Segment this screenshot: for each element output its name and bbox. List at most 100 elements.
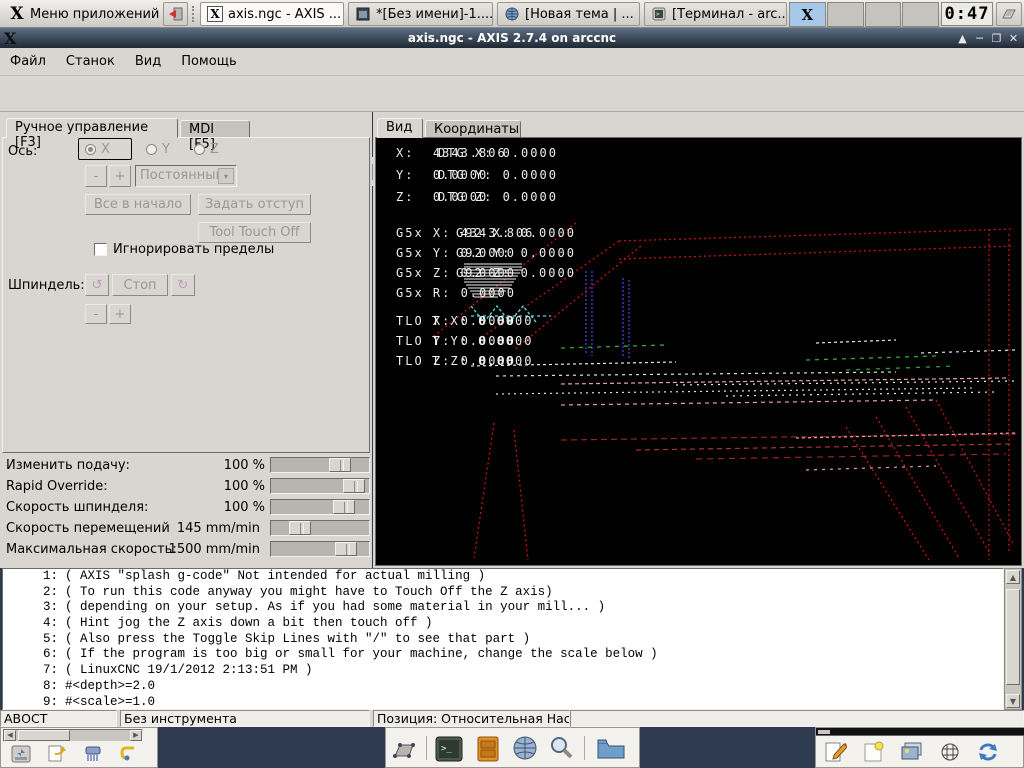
workspace-3[interactable] <box>865 2 902 27</box>
gcode-line[interactable]: 9:#<scale>=1.0 <box>3 695 1003 711</box>
folder-icon[interactable] <box>594 736 628 760</box>
line-number: 8: <box>3 679 58 695</box>
spindle-override-slider[interactable] <box>270 499 370 515</box>
slider-thumb[interactable] <box>343 479 365 493</box>
gcode-line[interactable]: 7:( LinuxCNC 19/1/2012 2:13:51 PM ) <box>3 663 1003 679</box>
tool-touch-off-button[interactable]: Tool Touch Off <box>198 222 311 243</box>
export-icon[interactable] <box>45 742 69 766</box>
gcode-listing[interactable]: 1:( AXIS "splash g-code" Not intended fo… <box>2 568 1004 710</box>
mesh-icon[interactable] <box>938 740 962 764</box>
gcode-line[interactable]: 4:( Hint jog the Z axis down a bit then … <box>3 616 1003 632</box>
menu-help[interactable]: Помощь <box>171 50 246 73</box>
task-button-terminal[interactable]: > [Терминал - arc... <box>644 2 787 26</box>
minimize-button[interactable]: ─ <box>972 31 987 45</box>
workspace-pager: X <box>789 2 940 27</box>
images-icon[interactable] <box>900 740 924 764</box>
slider-thumb[interactable] <box>333 500 355 514</box>
web-browser-globe-icon[interactable] <box>510 736 540 760</box>
task-label: *[Без имени]-1.... <box>376 7 493 22</box>
status-position: Позиция: Относительная Насто <box>373 710 570 727</box>
gcode-line[interactable]: 6:( If the program is too big or small f… <box>3 647 1003 663</box>
applications-menu-button[interactable]: X Меню приложений <box>2 2 160 26</box>
combo-arrow-icon[interactable]: ▾ <box>218 168 234 184</box>
slider-thumb[interactable] <box>289 521 311 535</box>
scroll-down-arrow-icon[interactable]: ▼ <box>1006 694 1020 708</box>
gcode-vertical-scrollbar[interactable]: ▲ ▼ <box>1004 568 1022 710</box>
max-velocity-slider[interactable] <box>270 541 370 557</box>
radio-axis-x[interactable]: X <box>85 142 110 157</box>
gcode-line[interactable]: 2:( To run this code anyway you might ha… <box>3 585 1003 601</box>
save-icon[interactable] <box>9 742 33 766</box>
rapid-override-slider[interactable] <box>270 478 370 494</box>
print-icon[interactable] <box>81 742 105 766</box>
refresh-icon[interactable] <box>976 740 1000 764</box>
file-cabinet-icon[interactable] <box>474 734 502 764</box>
tab-mdi[interactable]: MDI [F5] <box>180 120 250 138</box>
spindle-ccw-button[interactable]: ↺ <box>85 274 109 296</box>
scroll-left-arrow-icon[interactable]: ◀ <box>4 730 16 741</box>
gcode-line[interactable]: 5:( Also press the Toggle Skip Lines wit… <box>3 632 1003 648</box>
workspace-1-active[interactable]: X <box>789 2 826 27</box>
line-text: ( AXIS "splash g-code" Not intended for … <box>58 569 485 585</box>
undo-icon[interactable] <box>117 742 141 766</box>
terminal-launcher-icon[interactable]: >_ <box>434 734 464 764</box>
touch-off-button[interactable]: Задать отступ <box>198 194 311 215</box>
dro-g92-z: G92 Z: 0.0000 <box>456 266 576 280</box>
workspace-4[interactable] <box>902 2 939 27</box>
show-desktop-button[interactable] <box>996 2 1022 26</box>
spindle-stop-button[interactable]: Стоп <box>112 274 168 296</box>
search-magnifier-icon[interactable] <box>546 736 576 760</box>
spindle-slower-button[interactable]: - <box>85 304 107 324</box>
menu-view[interactable]: Вид <box>125 50 171 73</box>
menu-file[interactable]: Файл <box>0 50 56 73</box>
jog-minus-button[interactable]: - <box>85 165 107 187</box>
workspace-window-glyph: X <box>802 6 814 24</box>
ignore-limits-checkbox[interactable] <box>94 243 107 256</box>
spindle-faster-button[interactable]: + <box>109 304 131 324</box>
jog-speed-slider[interactable] <box>270 520 370 536</box>
slider-thumb[interactable] <box>335 542 357 556</box>
slider-thumb[interactable] <box>329 458 351 472</box>
background-window-fragment-middle: >_ <box>385 727 640 768</box>
tab-dro[interactable]: Координаты <box>425 120 521 138</box>
tab-manual-control[interactable]: Ручное управление [F3] <box>6 118 178 138</box>
scroll-right-arrow-icon[interactable]: ▶ <box>130 730 142 741</box>
logout-button[interactable] <box>163 2 188 26</box>
maximize-button[interactable]: ❐ <box>989 31 1004 45</box>
task-button-editor[interactable]: *[Без имени]-1.... <box>348 2 493 26</box>
task-button-browser[interactable]: [Новая тема | ... <box>497 2 640 26</box>
task-button-axis[interactable]: X axis.ngc - AXIS ... <box>200 2 344 26</box>
jog-speed-combo[interactable]: Постоянный ▾ <box>135 165 237 187</box>
shade-button[interactable]: ▲ <box>955 31 970 45</box>
menu-machine[interactable]: Станок <box>56 50 125 73</box>
radio-dot-icon <box>85 144 96 155</box>
feed-override-slider[interactable] <box>270 457 370 473</box>
scroll-up-arrow-icon[interactable]: ▲ <box>1006 570 1020 584</box>
backplot-canvas[interactable]: X: 4343.806 DTG X: 0.0000 Y: 0.0000 DTG … <box>375 137 1022 566</box>
status-estop: АВОСТ <box>0 710 117 727</box>
jog-plus-button[interactable]: + <box>109 165 131 187</box>
hscrollbar-thumb[interactable] <box>18 730 70 741</box>
home-all-button[interactable]: Все в начало <box>85 194 191 215</box>
spindle-cw-button[interactable]: ↻ <box>171 274 195 296</box>
gcode-line[interactable]: 1:( AXIS "splash g-code" Not intended fo… <box>3 569 1003 585</box>
gcode-line[interactable]: 8:#<depth>=2.0 <box>3 679 1003 695</box>
background-hscrollbar[interactable]: ◀ ▶ <box>3 729 143 742</box>
tab-preview[interactable]: Вид <box>377 118 423 138</box>
panel-drag-handle[interactable] <box>192 6 196 22</box>
workspace-2[interactable] <box>827 2 864 27</box>
background-window-fragment-left: ◀ ▶ <box>0 727 158 768</box>
gcode-line[interactable]: 3:( depending on your setup. As if you h… <box>3 600 1003 616</box>
dro-tlo-y-alt: T Y: 0.0000 <box>432 334 533 348</box>
shape-icon[interactable] <box>391 738 415 762</box>
scrollbar-thumb[interactable] <box>1006 589 1020 685</box>
radio-axis-y[interactable]: Y <box>146 142 170 157</box>
radio-dot-icon <box>146 144 157 155</box>
line-text: #<depth>=2.0 <box>58 679 155 695</box>
note-icon[interactable] <box>862 740 886 764</box>
radio-axis-z[interactable]: Z <box>194 142 219 157</box>
line-text: ( Also press the Toggle Skip Lines with … <box>58 632 530 648</box>
edit-pencil-icon[interactable] <box>824 740 848 764</box>
close-button[interactable]: ✕ <box>1006 31 1021 45</box>
window-titlebar[interactable]: X axis.ngc - AXIS 2.7.4 on arccnc ▲ ─ ❐ … <box>0 28 1024 48</box>
